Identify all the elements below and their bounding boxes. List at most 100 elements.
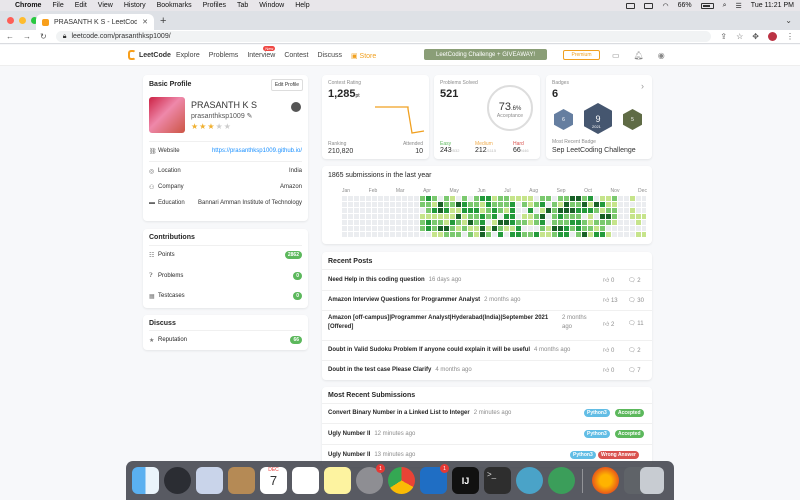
heatmap-cell[interactable] (378, 220, 383, 225)
heatmap-cell[interactable] (570, 202, 575, 207)
heatmap-cell[interactable] (372, 232, 377, 237)
heatmap-cell[interactable] (588, 202, 593, 207)
heatmap-cell[interactable] (642, 232, 646, 237)
heatmap-cell[interactable] (396, 202, 401, 207)
heatmap-cell[interactable] (414, 232, 419, 237)
heatmap-cell[interactable] (570, 196, 575, 201)
menu-window[interactable]: Window (259, 2, 284, 9)
heatmap-cell[interactable] (636, 220, 641, 225)
heatmap-cell[interactable] (396, 214, 401, 219)
heatmap-cell[interactable] (366, 202, 371, 207)
heatmap-cell[interactable] (630, 196, 635, 201)
heatmap-cell[interactable] (456, 202, 461, 207)
heatmap-cell[interactable] (492, 208, 497, 213)
heatmap-cell[interactable] (576, 208, 581, 213)
heatmap-cell[interactable] (588, 226, 593, 231)
calendar-icon[interactable]: DEC 7 (260, 467, 287, 494)
heatmap-cell[interactable] (552, 196, 557, 201)
heatmap-cell[interactable] (618, 202, 623, 207)
heatmap-cell[interactable] (354, 232, 359, 237)
post-item[interactable]: Amazon [off-campus]|Programmer Analyst|H… (322, 314, 652, 336)
heatmap-cell[interactable] (432, 226, 437, 231)
heatmap-cell[interactable] (420, 214, 425, 219)
heatmap-cell[interactable] (522, 232, 527, 237)
heatmap-cell[interactable] (378, 196, 383, 201)
heatmap-cell[interactable] (450, 214, 455, 219)
chrome-icon[interactable] (388, 467, 415, 494)
heatmap-cell[interactable] (360, 232, 365, 237)
heatmap-cell[interactable] (540, 196, 545, 201)
heatmap-cell[interactable] (594, 196, 599, 201)
heatmap-cell[interactable] (504, 220, 509, 225)
heatmap-cell[interactable] (456, 220, 461, 225)
launchpad-icon[interactable] (164, 467, 191, 494)
heatmap-cell[interactable] (342, 214, 347, 219)
heatmap-cell[interactable] (504, 226, 509, 231)
heatmap-cell[interactable] (600, 214, 605, 219)
heatmap-cell[interactable] (558, 208, 563, 213)
heatmap-cell[interactable] (552, 220, 557, 225)
heatmap-cell[interactable] (588, 196, 593, 201)
heatmap-cell[interactable] (594, 202, 599, 207)
heatmap-cell[interactable] (444, 232, 449, 237)
heatmap-cell[interactable] (480, 226, 485, 231)
playground-icon[interactable]: ▭ (612, 51, 620, 60)
heatmap-cell[interactable] (510, 232, 515, 237)
heatmap-cell[interactable] (378, 232, 383, 237)
heatmap-cell[interactable] (504, 208, 509, 213)
heatmap-cell[interactable] (636, 214, 641, 219)
heatmap-cell[interactable] (624, 208, 629, 213)
menu-help[interactable]: Help (295, 2, 309, 9)
heatmap-cell[interactable] (600, 202, 605, 207)
heatmap-cell[interactable] (402, 208, 407, 213)
heatmap-cell[interactable] (612, 208, 617, 213)
heatmap-cell[interactable] (468, 220, 473, 225)
heatmap-cell[interactable] (516, 208, 521, 213)
heatmap-cell[interactable] (510, 208, 515, 213)
heatmap-cell[interactable] (480, 220, 485, 225)
url-text[interactable]: leetcode.com/prasanthksp1009/ (71, 33, 170, 40)
nav-discuss[interactable]: Discuss (317, 52, 342, 60)
heatmap-cell[interactable] (414, 226, 419, 231)
terminal-icon[interactable]: >_ (484, 467, 511, 494)
notification-bell-icon[interactable]: 🔔︎ (634, 51, 644, 60)
heatmap-cell[interactable] (426, 196, 431, 201)
heatmap-cell[interactable] (456, 226, 461, 231)
heatmap-cell[interactable] (402, 220, 407, 225)
heatmap-cell[interactable] (516, 226, 521, 231)
status-icon[interactable] (626, 2, 636, 9)
heatmap-cell[interactable] (546, 214, 551, 219)
heatmap-cell[interactable] (564, 208, 569, 213)
heatmap-cell[interactable] (642, 208, 646, 213)
heatmap-cell[interactable] (420, 220, 425, 225)
heatmap-cell[interactable] (504, 202, 509, 207)
heatmap-cell[interactable] (606, 208, 611, 213)
nav-explore[interactable]: Explore (176, 52, 200, 60)
heatmap-cell[interactable] (618, 208, 623, 213)
omnibox[interactable]: 🔒︎ leetcode.com/prasanthksp1009/ (55, 31, 712, 42)
heatmap-cell[interactable] (600, 226, 605, 231)
heatmap-cell[interactable] (546, 226, 551, 231)
heatmap-cell[interactable] (486, 196, 491, 201)
nav-problems[interactable]: Problems (209, 52, 239, 60)
heatmap-cell[interactable] (552, 226, 557, 231)
heatmap-cell[interactable] (498, 226, 503, 231)
heatmap-cell[interactable] (360, 196, 365, 201)
heatmap-cell[interactable] (480, 208, 485, 213)
heatmap-cell[interactable] (528, 208, 533, 213)
heatmap-cell[interactable] (384, 220, 389, 225)
heatmap-cell[interactable] (492, 196, 497, 201)
heatmap-cell[interactable] (462, 214, 467, 219)
heatmap-cell[interactable] (534, 196, 539, 201)
heatmap-cell[interactable] (414, 220, 419, 225)
heatmap-cell[interactable] (384, 196, 389, 201)
heatmap-cell[interactable] (408, 226, 413, 231)
clock[interactable]: Tue 11:21 PM (751, 2, 794, 9)
heatmap-cell[interactable] (558, 202, 563, 207)
heatmap-cell[interactable] (528, 220, 533, 225)
heatmap-cell[interactable] (540, 232, 545, 237)
browser-tab[interactable]: PRASANTH K S - LeetCode Pr ✕ (36, 14, 154, 30)
finder-icon[interactable] (132, 467, 159, 494)
heatmap-cell[interactable] (450, 226, 455, 231)
heatmap-cell[interactable] (642, 202, 646, 207)
